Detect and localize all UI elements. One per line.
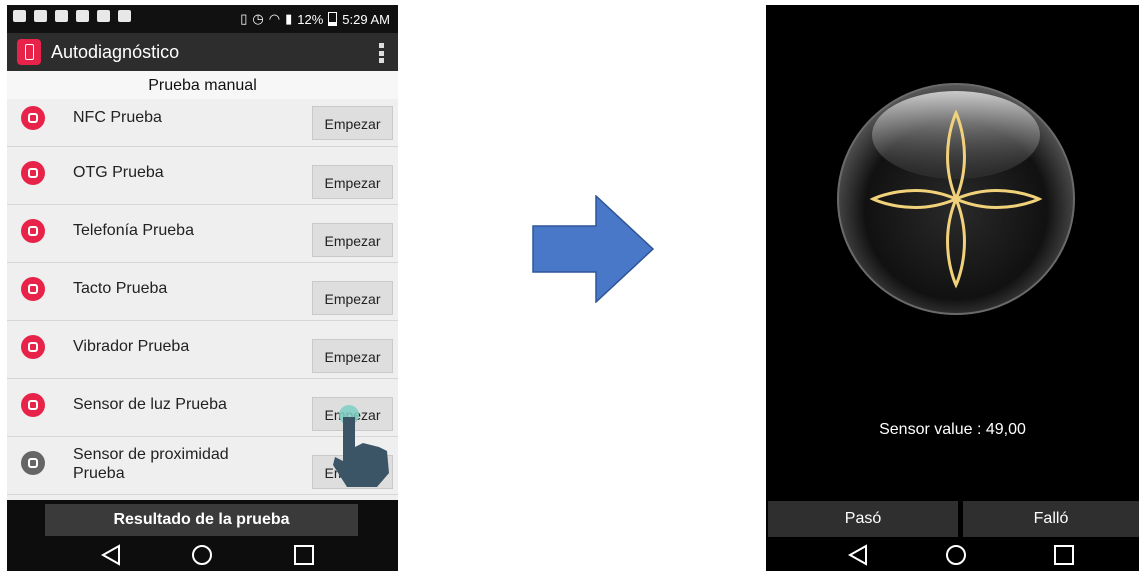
image-icon (55, 10, 68, 22)
telephony-icon (21, 219, 45, 243)
facebook-icon (34, 10, 47, 22)
start-button[interactable]: Empezar (312, 339, 393, 373)
status-bar: ▯ ◷ ◠ ▮ 12% 5:29 AM (7, 5, 398, 33)
recent-apps-icon[interactable] (292, 544, 316, 566)
notification-icon (13, 10, 26, 22)
app-bar: Autodiagnóstico (7, 33, 398, 71)
light-sensor-icon (21, 393, 45, 417)
app-logo-icon (17, 39, 41, 65)
fail-button[interactable]: Falló (963, 501, 1139, 537)
proximity-sensor-icon (21, 451, 45, 475)
start-button[interactable]: Empezar (312, 165, 393, 199)
signal-icon: ▮ (285, 11, 293, 26)
app-title: Autodiagnóstico (51, 42, 180, 62)
start-button[interactable]: Empezar (312, 106, 393, 140)
test-label: Telefonía Prueba (73, 222, 194, 239)
back-icon[interactable] (99, 544, 123, 566)
message-icon (97, 10, 110, 22)
navigation-bar (7, 540, 398, 571)
test-row-telephony[interactable]: Telefonía Prueba Empezar (7, 205, 398, 263)
pass-button[interactable]: Pasó (768, 501, 958, 537)
right-phone-screen: Sensor value : 49,00 Pasó Falló (766, 5, 1139, 571)
vibrate-icon: ▯ (240, 11, 248, 26)
test-label: Tacto Prueba (73, 280, 168, 297)
results-button[interactable]: Resultado de la prueba (45, 504, 358, 536)
test-label: OTG Prueba (73, 164, 164, 181)
clock: 5:29 AM (342, 11, 390, 27)
test-label: NFC Prueba (73, 109, 162, 126)
test-row-vibrator[interactable]: Vibrador Prueba Empezar (7, 321, 398, 379)
test-row-otg[interactable]: OTG Prueba Empezar (7, 147, 398, 205)
otg-icon (21, 161, 45, 185)
home-icon[interactable] (944, 544, 968, 566)
wifi-icon: ◠ (268, 11, 281, 26)
status-right: ▯ ◷ ◠ ▮ 12% 5:29 AM (240, 11, 390, 27)
test-label: Sensor de proximidad Prueba (73, 446, 229, 482)
test-row-touch[interactable]: Tacto Prueba Empezar (7, 263, 398, 321)
navigation-bar (766, 540, 1139, 571)
start-button[interactable]: Empezar (312, 281, 393, 315)
nfc-icon (21, 106, 45, 130)
back-icon[interactable] (846, 544, 870, 566)
vibrator-icon (21, 335, 45, 359)
test-label: Sensor de luz Prueba (73, 396, 227, 413)
pointing-hand-icon (333, 405, 389, 487)
notification-icons (13, 10, 131, 22)
results-bar: Resultado de la prueba (7, 500, 398, 540)
home-icon[interactable] (190, 544, 214, 566)
test-row-nfc[interactable]: NFC Prueba Empezar (7, 99, 398, 147)
overflow-menu-icon[interactable] (379, 43, 384, 63)
light-sensor-orb (837, 83, 1075, 315)
battery-percent: 12% (297, 11, 324, 27)
mail-icon (76, 10, 89, 22)
result-buttons: Pasó Falló (766, 501, 1139, 541)
section-title: Prueba manual (7, 71, 398, 99)
start-button[interactable]: Empezar (312, 223, 393, 257)
left-phone-screen: ▯ ◷ ◠ ▮ 12% 5:29 AM Autodiagnóstico Prue… (7, 5, 398, 571)
touch-icon (21, 277, 45, 301)
right-arrow-icon (532, 195, 654, 303)
alarm-icon: ◷ (252, 11, 264, 26)
download-icon (118, 10, 131, 22)
sensor-value: Sensor value : 49,00 (879, 421, 1026, 438)
battery-icon (328, 12, 338, 26)
test-label: Vibrador Prueba (73, 338, 190, 355)
recent-apps-icon[interactable] (1052, 544, 1076, 566)
